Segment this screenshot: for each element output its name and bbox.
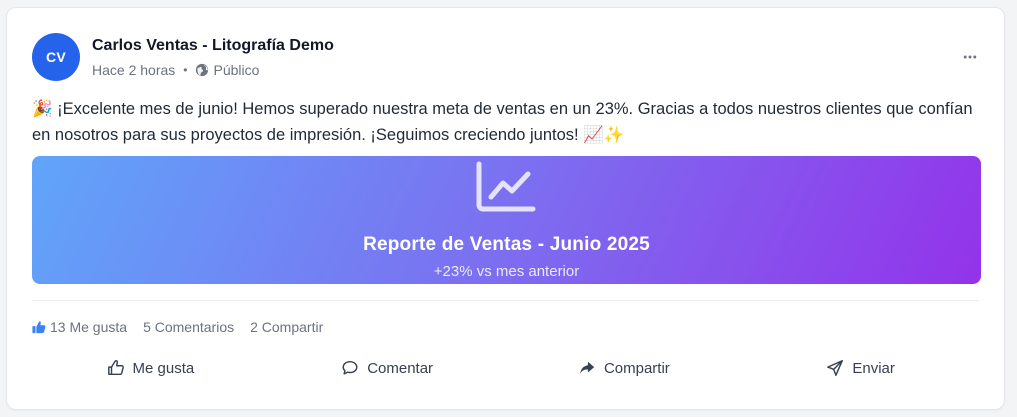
visibility-label[interactable]: Público bbox=[213, 62, 259, 78]
banner-subtitle: +23% vs mes anterior bbox=[433, 263, 580, 280]
post-header: CV Carlos Ventas - Litografía Demo Hace … bbox=[32, 32, 984, 82]
like-button-label: Me gusta bbox=[132, 359, 195, 377]
post-meta: Carlos Ventas - Litografía Demo Hace 2 h… bbox=[92, 36, 334, 78]
sales-report-banner[interactable]: Reporte de Ventas - Junio 2025 +23% vs m… bbox=[32, 156, 981, 284]
likes-count[interactable]: 13 Me gusta bbox=[32, 319, 127, 335]
banner-title: Reporte de Ventas - Junio 2025 bbox=[363, 234, 650, 255]
post-time[interactable]: Hace 2 horas bbox=[92, 62, 175, 78]
thumbs-up-icon bbox=[107, 360, 124, 376]
send-button[interactable]: Enviar bbox=[742, 350, 979, 386]
likes-label: 13 Me gusta bbox=[50, 319, 128, 335]
comments-count[interactable]: 5 Comentarios bbox=[143, 319, 234, 335]
comment-button-label: Comentar bbox=[367, 359, 434, 377]
comment-icon bbox=[342, 360, 358, 375]
share-button-label: Compartir bbox=[603, 359, 670, 377]
separator-dot: • bbox=[183, 63, 188, 77]
post-subline: Hace 2 horas • Público bbox=[92, 62, 334, 78]
share-button[interactable]: Compartir bbox=[506, 350, 743, 386]
post-actions: Me gusta Comentar Compartir Enviar bbox=[32, 350, 979, 386]
more-horizontal-icon bbox=[963, 55, 977, 59]
paper-plane-icon bbox=[827, 360, 844, 376]
engagement-stats: 13 Me gusta 5 Comentarios 2 Compartir bbox=[32, 319, 339, 335]
like-button[interactable]: Me gusta bbox=[32, 350, 269, 386]
avatar[interactable]: CV bbox=[32, 33, 80, 81]
share-icon bbox=[580, 361, 595, 374]
divider bbox=[32, 300, 979, 301]
more-options-button[interactable] bbox=[956, 43, 984, 71]
line-chart-icon bbox=[476, 161, 536, 212]
thumbs-up-filled-icon bbox=[32, 321, 46, 334]
globe-icon bbox=[195, 63, 209, 77]
author-name[interactable]: Carlos Ventas - Litografía Demo bbox=[92, 36, 334, 56]
comment-button[interactable]: Comentar bbox=[269, 350, 506, 386]
post-text: 🎉 ¡Excelente mes de junio! Hemos superad… bbox=[32, 100, 973, 144]
shares-count[interactable]: 2 Compartir bbox=[250, 319, 323, 335]
post-card: CV Carlos Ventas - Litografía Demo Hace … bbox=[6, 7, 1005, 410]
send-button-label: Enviar bbox=[852, 359, 895, 377]
